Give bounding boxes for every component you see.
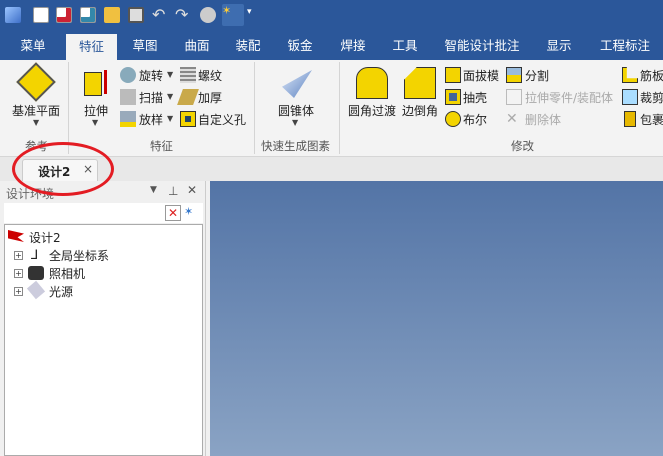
chevron-down-icon[interactable]: ▼ [167, 114, 173, 123]
cut-icon [622, 89, 638, 105]
light-icon [26, 280, 46, 300]
design-icon [8, 230, 24, 242]
cut-button[interactable]: 裁剪 [640, 89, 663, 106]
boolean-button[interactable]: 布尔 [463, 111, 487, 128]
export-icon[interactable] [80, 7, 96, 23]
expand-icon[interactable]: + [14, 269, 23, 278]
draft-button[interactable]: 面拔模 [463, 67, 499, 84]
divider [254, 62, 255, 154]
wrap-button[interactable]: 包裹 [640, 111, 663, 128]
custom-hole-icon [180, 111, 196, 127]
cone-button[interactable]: 圆锥体 [278, 102, 314, 119]
thread-button[interactable]: 螺纹 [198, 67, 222, 84]
coordinate-system-icon: ⅃ [31, 248, 39, 263]
pin-icon[interactable]: ⊥ [168, 184, 178, 198]
customize-icon[interactable]: ▾ [247, 7, 263, 23]
tab-welding[interactable]: 焊接 [328, 32, 378, 60]
tab-menu[interactable]: 菜单 [8, 32, 58, 60]
chevron-down-icon[interactable]: ▼ [33, 118, 39, 127]
chevron-down-icon[interactable]: ▼ [167, 70, 173, 79]
close-panel-icon[interactable]: ✕ [187, 183, 197, 197]
tab-surface[interactable]: 曲面 [172, 32, 222, 60]
revolve-icon [120, 67, 136, 83]
annotation-circle [12, 142, 114, 196]
extrude-icon [84, 72, 102, 96]
split-button[interactable]: 分割 [525, 67, 549, 84]
wrap-icon [624, 111, 636, 127]
sweep-button[interactable]: 扫描 [139, 89, 163, 106]
group-label-modify: 修改 [511, 139, 534, 153]
split-icon [506, 67, 522, 83]
revolve-button[interactable]: 旋转 [139, 67, 163, 84]
loft-icon [120, 111, 136, 127]
open-icon[interactable] [104, 7, 120, 23]
datum-plane-button[interactable]: 基准平面 [12, 102, 60, 119]
tab-feature[interactable]: 特征 [66, 34, 117, 60]
delete-body-button[interactable]: 删除体 [525, 111, 561, 128]
import-icon[interactable] [56, 7, 72, 23]
redo-icon[interactable]: ↷ [175, 7, 191, 23]
ribbon-tabs: 菜单 特征 草图 曲面 装配 钣金 焊接 工具 智能设计批注 显示 工程标注 [0, 32, 663, 60]
new-icon[interactable] [33, 7, 49, 23]
fillet-icon [356, 67, 388, 99]
shell-icon [445, 89, 461, 105]
chamfer-button[interactable]: 边倒角 [402, 102, 438, 119]
ball-icon[interactable] [200, 7, 216, 23]
chevron-down-icon[interactable]: ▼ [292, 118, 298, 127]
fillet-button[interactable]: 圆角过渡 [348, 102, 396, 119]
thicken-button[interactable]: 加厚 [198, 89, 222, 106]
delete-body-icon: ✕ [506, 111, 518, 127]
app-logo-icon[interactable] [5, 7, 21, 23]
expand-icon[interactable]: + [14, 251, 23, 260]
tab-tools[interactable]: 工具 [380, 32, 430, 60]
tab-display[interactable]: 显示 [535, 32, 583, 60]
draft-icon [445, 67, 461, 83]
design-tree: 设计2 + ⅃ 全局坐标系 + 照相机 + 光源 [4, 224, 203, 456]
tree-root[interactable]: 设计2 [29, 229, 61, 246]
group-label-feature: 特征 [150, 139, 173, 153]
camera-icon [28, 266, 44, 280]
tree-item[interactable]: 全局坐标系 [49, 247, 109, 264]
tab-sheetmetal[interactable]: 钣金 [275, 32, 325, 60]
undo-icon[interactable]: ↶ [152, 7, 168, 23]
custom-hole-button[interactable]: 自定义孔 [198, 111, 246, 128]
shell-button[interactable]: 抽壳 [463, 89, 487, 106]
extrude-arrow-icon [104, 70, 107, 94]
design-tree-icon[interactable]: ✶ [184, 205, 193, 218]
save-icon[interactable] [128, 7, 144, 23]
rib-button[interactable]: 筋板 [640, 67, 663, 84]
group-label-quick-primitives: 快速生成图素 [261, 139, 330, 153]
tab-assembly[interactable]: 装配 [223, 32, 273, 60]
chevron-down-icon[interactable]: ▼ [92, 118, 98, 127]
tree-item[interactable]: 光源 [49, 283, 73, 300]
divider [339, 62, 340, 154]
design-tree-icon[interactable]: ✶ [222, 4, 244, 26]
stretch-part-button[interactable]: 拉伸零件/装配体 [525, 89, 613, 106]
thread-icon [180, 67, 196, 83]
chevron-down-icon[interactable]: ▼ [167, 92, 173, 101]
stretch-part-icon [506, 89, 522, 105]
extrude-button[interactable]: 拉伸 [84, 102, 108, 119]
tab-sketch[interactable]: 草图 [120, 32, 170, 60]
3d-viewport[interactable] [210, 181, 663, 456]
divider [68, 62, 69, 154]
title-bar: ↶ ↷ ✶ ▾ [0, 0, 663, 32]
panel-menu-icon[interactable]: ▼ [150, 185, 157, 195]
tab-engineering-annotation[interactable]: 工程标注 [593, 32, 657, 60]
delete-icon[interactable]: ✕ [165, 205, 181, 221]
loft-button[interactable]: 放样 [139, 111, 163, 128]
sweep-icon [120, 89, 136, 105]
tab-smart-annotation[interactable]: 智能设计批注 [440, 32, 524, 60]
boolean-icon [445, 111, 461, 127]
expand-icon[interactable]: + [14, 287, 23, 296]
tree-item[interactable]: 照相机 [49, 265, 85, 282]
